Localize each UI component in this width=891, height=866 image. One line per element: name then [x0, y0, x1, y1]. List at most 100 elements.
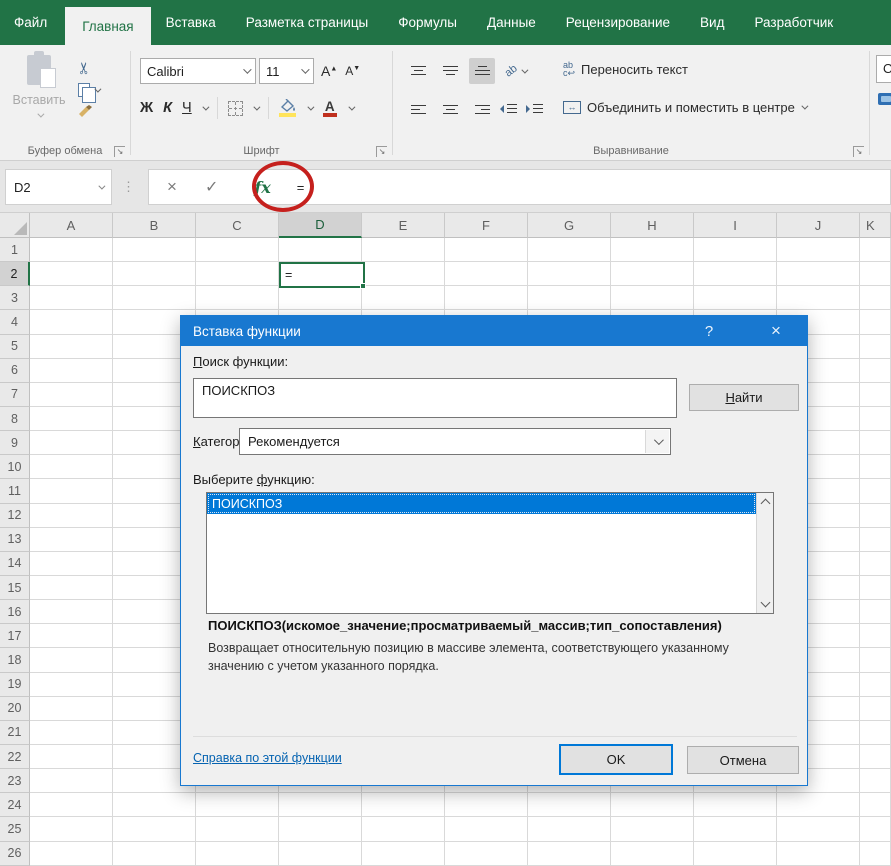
cell-K22[interactable]: [860, 745, 891, 769]
row-header-2[interactable]: 2: [0, 262, 30, 286]
cell-B25[interactable]: [113, 817, 196, 841]
cell-A21[interactable]: [30, 721, 113, 745]
cell-A7[interactable]: [30, 383, 113, 407]
cell-A20[interactable]: [30, 697, 113, 721]
tab-file[interactable]: Файл: [0, 0, 65, 45]
column-header-C[interactable]: C: [196, 213, 279, 238]
cell-K5[interactable]: [860, 335, 891, 359]
cell-K19[interactable]: [860, 673, 891, 697]
dialog-help-button[interactable]: ?: [689, 316, 729, 346]
cell-J1[interactable]: [777, 238, 860, 262]
row-header-1[interactable]: 1: [0, 238, 30, 262]
cell-K23[interactable]: [860, 769, 891, 793]
cell-H24[interactable]: [611, 793, 694, 817]
cell-I3[interactable]: [694, 286, 777, 310]
row-header-22[interactable]: 22: [0, 745, 30, 769]
cell-C24[interactable]: [196, 793, 279, 817]
format-painter-button[interactable]: [78, 101, 124, 123]
column-header-K[interactable]: K: [860, 213, 891, 238]
row-header-14[interactable]: 14: [0, 552, 30, 576]
cell-K2[interactable]: [860, 262, 891, 286]
cell-A6[interactable]: [30, 359, 113, 383]
shrink-font-button[interactable]: A▼: [345, 64, 360, 78]
scroll-up-icon[interactable]: [761, 499, 771, 509]
row-header-26[interactable]: 26: [0, 842, 30, 866]
row-header-15[interactable]: 15: [0, 576, 30, 600]
cell-C25[interactable]: [196, 817, 279, 841]
tab-home[interactable]: Главная: [65, 7, 150, 45]
formula-bar-grip-icon[interactable]: ⋮: [122, 169, 136, 205]
cell-A18[interactable]: [30, 648, 113, 672]
cut-button[interactable]: ✂: [78, 57, 124, 79]
cell-K13[interactable]: [860, 528, 891, 552]
cell-D26[interactable]: [279, 842, 362, 866]
select-all-button[interactable]: [0, 213, 30, 238]
cell-K9[interactable]: [860, 431, 891, 455]
cell-A13[interactable]: [30, 528, 113, 552]
alignment-dialog-launcher[interactable]: ↘: [853, 146, 864, 157]
fill-color-dropdown-icon[interactable]: [307, 103, 314, 110]
cell-A14[interactable]: [30, 552, 113, 576]
cell-A4[interactable]: [30, 310, 113, 334]
clipboard-dialog-launcher[interactable]: ↘: [114, 146, 125, 157]
row-header-10[interactable]: 10: [0, 455, 30, 479]
cell-G26[interactable]: [528, 842, 611, 866]
align-middle-button[interactable]: [437, 58, 463, 84]
copy-button[interactable]: [78, 79, 124, 101]
cell-A1[interactable]: [30, 238, 113, 262]
orientation-button[interactable]: ab: [505, 58, 526, 84]
cell-F1[interactable]: [445, 238, 528, 262]
cell-B24[interactable]: [113, 793, 196, 817]
cell-C3[interactable]: [196, 286, 279, 310]
find-button[interactable]: Найти: [689, 384, 799, 411]
align-right-button[interactable]: [469, 97, 495, 123]
tab-insert[interactable]: Вставка: [151, 0, 231, 45]
cell-I24[interactable]: [694, 793, 777, 817]
cell-I25[interactable]: [694, 817, 777, 841]
cell-A3[interactable]: [30, 286, 113, 310]
cell-F2[interactable]: [445, 262, 528, 286]
column-header-H[interactable]: H: [611, 213, 694, 238]
cell-H3[interactable]: [611, 286, 694, 310]
bold-button[interactable]: Ж: [140, 100, 153, 116]
function-listbox[interactable]: ПОИСКПОЗ: [206, 492, 774, 614]
fill-handle[interactable]: [360, 283, 366, 289]
cell-K18[interactable]: [860, 648, 891, 672]
cell-A26[interactable]: [30, 842, 113, 866]
active-cell[interactable]: =: [279, 262, 365, 288]
ok-button[interactable]: OK: [559, 744, 673, 775]
column-header-I[interactable]: I: [694, 213, 777, 238]
cell-E26[interactable]: [362, 842, 445, 866]
cell-G3[interactable]: [528, 286, 611, 310]
cell-K15[interactable]: [860, 576, 891, 600]
cell-K20[interactable]: [860, 697, 891, 721]
row-header-24[interactable]: 24: [0, 793, 30, 817]
cell-E25[interactable]: [362, 817, 445, 841]
row-header-17[interactable]: 17: [0, 624, 30, 648]
cell-B26[interactable]: [113, 842, 196, 866]
paste-button[interactable]: Вставить: [8, 55, 70, 147]
wrap-text-button[interactable]: abc↩ Переносить текст: [563, 61, 688, 77]
fill-color-icon[interactable]: [279, 99, 297, 117]
borders-icon[interactable]: [228, 101, 243, 116]
help-link[interactable]: Справка по этой функции: [193, 751, 342, 765]
column-header-F[interactable]: F: [445, 213, 528, 238]
cell-A25[interactable]: [30, 817, 113, 841]
cell-J26[interactable]: [777, 842, 860, 866]
italic-button[interactable]: К: [163, 100, 172, 116]
decrease-indent-icon[interactable]: [499, 103, 517, 118]
font-color-dropdown-icon[interactable]: [348, 103, 355, 110]
function-list-item[interactable]: ПОИСКПОЗ: [207, 493, 756, 514]
align-bottom-button[interactable]: [469, 58, 495, 84]
tab-formulas[interactable]: Формулы: [383, 0, 472, 45]
cell-K25[interactable]: [860, 817, 891, 841]
cell-F24[interactable]: [445, 793, 528, 817]
row-header-3[interactable]: 3: [0, 286, 30, 310]
cell-E24[interactable]: [362, 793, 445, 817]
row-header-4[interactable]: 4: [0, 310, 30, 334]
copy-dropdown-icon[interactable]: [94, 85, 101, 92]
enter-icon[interactable]: ✓: [191, 177, 232, 197]
cell-J2[interactable]: [777, 262, 860, 286]
tab-data[interactable]: Данные: [472, 0, 551, 45]
cell-A10[interactable]: [30, 455, 113, 479]
